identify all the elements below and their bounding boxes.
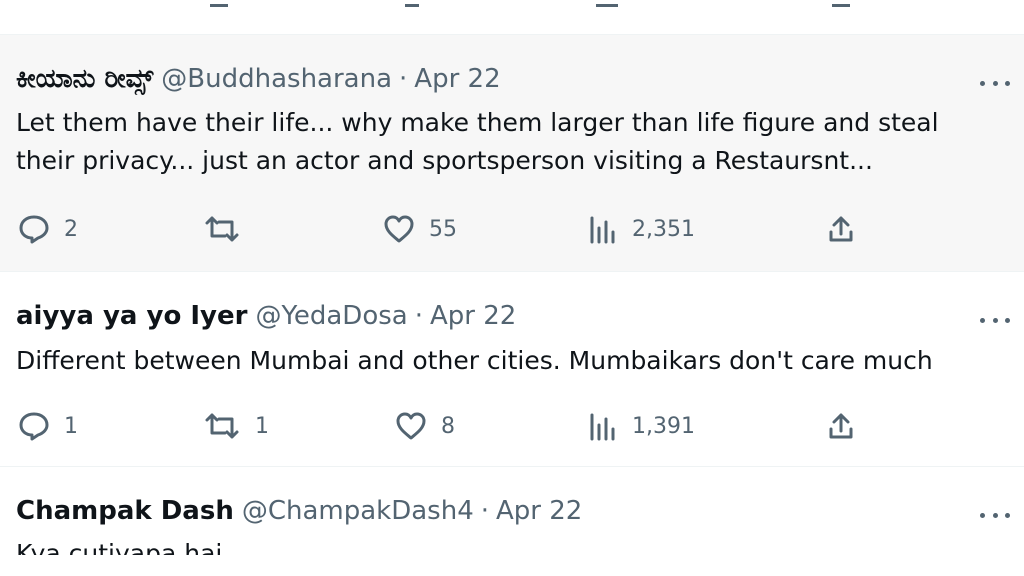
tweet-feed: ಕೀಯಾನು ರೀವ್ಸ್ @Buddhasharana · Apr 22 Le… <box>0 0 1024 576</box>
views-icon <box>590 413 615 441</box>
retweet-icon <box>205 216 239 242</box>
more-icon[interactable] <box>980 315 1010 325</box>
share-button[interactable] <box>826 212 856 246</box>
tweet[interactable]: aiyya ya yo Iyer @YedaDosa · Apr 22 Diff… <box>0 272 1024 466</box>
tweet-date[interactable]: Apr 22 <box>496 495 582 527</box>
retweet-count: 1 <box>255 413 269 439</box>
author-handle[interactable]: @Buddhasharana <box>161 63 392 95</box>
views-icon[interactable] <box>596 0 618 7</box>
reply-count: 2 <box>64 216 78 242</box>
reply-count: 1 <box>64 413 78 439</box>
tweet-actions: 2 55 2,351 <box>0 212 1024 246</box>
views-count: 1,391 <box>632 413 695 439</box>
tweet-text-line: Different between Mumbai and other citie… <box>16 346 933 375</box>
views-count: 2,351 <box>632 216 695 242</box>
like-button[interactable]: 55 <box>383 212 457 246</box>
reply-button[interactable]: 2 <box>18 212 78 246</box>
author-handle[interactable]: @YedaDosa <box>255 300 407 332</box>
share-icon <box>829 413 853 439</box>
author-name[interactable]: aiyya ya yo Iyer <box>16 300 247 332</box>
tweet-header: ಕೀಯಾನು ರೀವ್ಸ್ @Buddhasharana · Apr 22 <box>16 63 501 95</box>
share-icon[interactable] <box>832 0 850 7</box>
tweet-date[interactable]: Apr 22 <box>430 300 516 332</box>
reply-button[interactable]: 1 <box>18 409 78 443</box>
tweet-header: aiyya ya yo Iyer @YedaDosa · Apr 22 <box>16 300 516 332</box>
share-icon <box>829 216 853 242</box>
tweet-date[interactable]: Apr 22 <box>414 63 500 95</box>
separator-dot: · <box>480 496 490 526</box>
retweet-icon[interactable] <box>210 0 228 7</box>
tweet[interactable]: Champak Dash @ChampakDash4 · Apr 22 <box>0 467 1024 576</box>
share-button[interactable] <box>826 409 856 443</box>
like-count: 8 <box>441 413 455 439</box>
tweet[interactable]: ಕೀಯಾನು ರೀವ್ಸ್ @Buddhasharana · Apr 22 Le… <box>0 35 1024 271</box>
reply-icon <box>19 412 49 441</box>
tweet-text: Different between Mumbai and other citie… <box>16 342 1010 380</box>
more-icon[interactable] <box>980 510 1010 520</box>
tweet-actions: 1 1 8 1,391 <box>0 409 1024 443</box>
previous-tweet-actions-partial <box>0 0 1024 8</box>
views-button[interactable]: 2,351 <box>588 212 695 246</box>
like-button[interactable]: 8 <box>395 409 455 443</box>
tweet-header: Champak Dash @ChampakDash4 · Apr 22 <box>16 495 582 527</box>
retweet-button[interactable]: 1 <box>203 409 269 443</box>
tweet-text-line: Kya cutiyapa hai <box>16 539 223 555</box>
tweet-text-line: their privacy... just an actor and sport… <box>16 146 873 175</box>
author-name[interactable]: ಕೀಯಾನು ರೀವ್ಸ್ <box>16 63 153 95</box>
tweet-text-partial: Kya cutiyapa hai <box>16 537 222 555</box>
retweet-button[interactable] <box>203 212 255 246</box>
heart-icon <box>384 215 414 243</box>
more-icon[interactable] <box>980 78 1010 88</box>
heart-icon[interactable] <box>405 0 419 7</box>
author-name[interactable]: Champak Dash <box>16 495 234 527</box>
views-icon <box>590 216 615 244</box>
views-button[interactable]: 1,391 <box>588 409 695 443</box>
like-count: 55 <box>429 216 457 242</box>
reply-icon <box>19 215 49 244</box>
separator-dot: · <box>399 64 408 94</box>
retweet-icon <box>205 413 239 439</box>
tweet-text-line: Let them have their life... why make the… <box>16 108 939 137</box>
author-handle[interactable]: @ChampakDash4 <box>242 495 474 527</box>
tweet-text: Let them have their life... why make the… <box>16 104 1010 180</box>
heart-icon <box>396 412 426 440</box>
separator-dot: · <box>414 301 423 331</box>
